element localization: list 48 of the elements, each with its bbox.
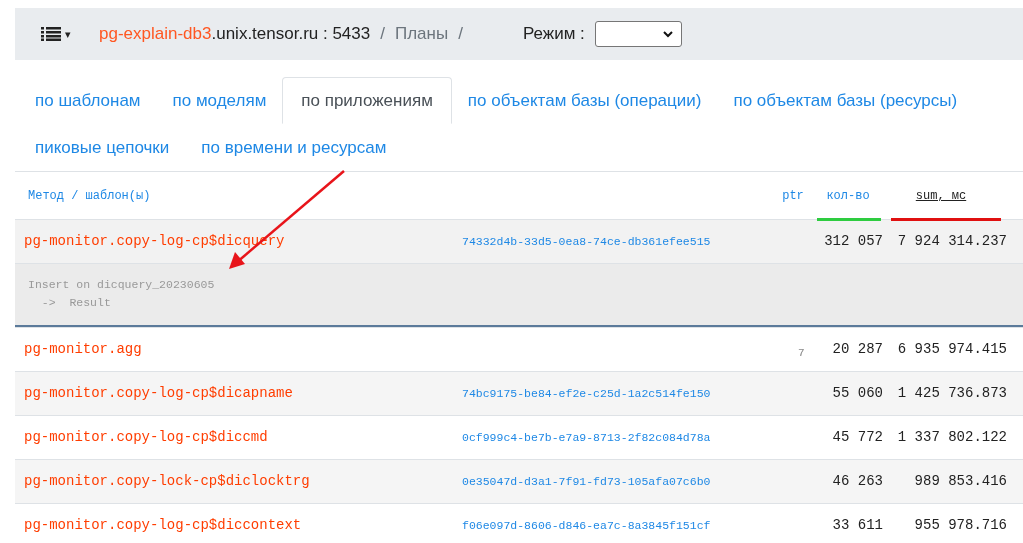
method-name[interactable]: pg-monitor.copy-log-cp$diccmd	[15, 427, 462, 448]
sum-value: 1 425 736.873	[896, 384, 1007, 403]
column-header[interactable]: Метод / шаблон(ы)	[28, 186, 771, 205]
method-name[interactable]: pg-monitor.copy-lock-cp$diclocktrg	[15, 471, 462, 492]
method-name[interactable]: pg-monitor.agg	[15, 339, 462, 360]
mode-select[interactable]	[594, 21, 682, 47]
table-row[interactable]: pg-monitor.copy-log-cp$dicapname 74bc9175-be84-ef2e-c25d-1a2c514fe150 55 060 1 425 736.873	[15, 372, 1023, 416]
menu-button[interactable]: ▾	[41, 25, 71, 43]
count-value: 20 287	[831, 340, 883, 359]
mode-label: Режим :	[522, 23, 585, 46]
count-value: 312 057	[823, 232, 883, 251]
host-link[interactable]: pg-explain-db3.unix.tensor.ru : 5433	[99, 21, 371, 47]
tab[interactable]: по шаблонам	[19, 77, 157, 124]
count-value: 45 772	[831, 428, 883, 447]
template-id[interactable]: 74332d4b-33d5-0ea8-74ce-db361efee515	[462, 232, 711, 251]
breadcrumb-item[interactable]: Планы	[395, 21, 449, 47]
template-id[interactable]: 0cf999c4-be7b-e7a9-8713-2f82c084d78a	[462, 428, 711, 447]
count-value: 46 263	[831, 472, 883, 491]
sum-value: 989 853.416	[913, 472, 1007, 491]
list-icon	[41, 27, 61, 41]
sum-value: 1 337 802.122	[896, 428, 1007, 447]
column-header[interactable]: кол-во	[815, 186, 881, 205]
tab[interactable]: по приложениям	[282, 77, 452, 124]
plan-line: -> Result	[40, 295, 111, 311]
breadcrumb-separator: /	[458, 23, 463, 46]
template-id[interactable]: 74bc9175-be84-ef2e-c25d-1a2c514fe150	[462, 384, 711, 403]
plan-line: Insert on dicquery_20230605	[28, 277, 215, 293]
method-name[interactable]: pg-monitor.copy-log-cp$dicapname	[15, 383, 462, 404]
table-row[interactable]: pg-monitor.copy-lock-cp$diclocktrg 0e35047d-d3a1-7f91-fd73-105afa07c6b0 46 263 989 853.416	[15, 460, 1023, 504]
tab[interactable]: пиковые цепочки	[19, 124, 186, 171]
ptr-value: 7	[798, 346, 805, 362]
tab[interactable]: по времени и ресурсам	[185, 124, 403, 171]
column-header[interactable]: ptr	[771, 186, 815, 205]
count-bar	[817, 218, 881, 221]
column-header[interactable]: sum, мс	[881, 186, 1001, 205]
breadcrumb-separator: /	[380, 23, 385, 46]
tab[interactable]: по объектам базы (ресурсы)	[717, 77, 974, 124]
sum-value: 955 978.716	[913, 516, 1007, 535]
tab[interactable]: по моделям	[156, 77, 283, 124]
sum-value: 6 935 974.415	[896, 340, 1007, 359]
method-name[interactable]: pg-monitor.copy-log-cp$diccontext	[15, 515, 462, 536]
template-id[interactable]: 0e35047d-d3a1-7f91-fd73-105afa07c6b0	[462, 472, 711, 491]
count-value: 55 060	[831, 384, 883, 403]
template-id[interactable]: f06e097d-8606-d846-ea7c-8a3845f151cf	[462, 516, 711, 535]
tab[interactable]: по объектам базы (операции)	[451, 77, 718, 124]
sum-value: 7 924 314.237	[896, 232, 1007, 251]
count-value: 33 611	[831, 516, 883, 535]
chevron-down-icon	[662, 30, 673, 38]
